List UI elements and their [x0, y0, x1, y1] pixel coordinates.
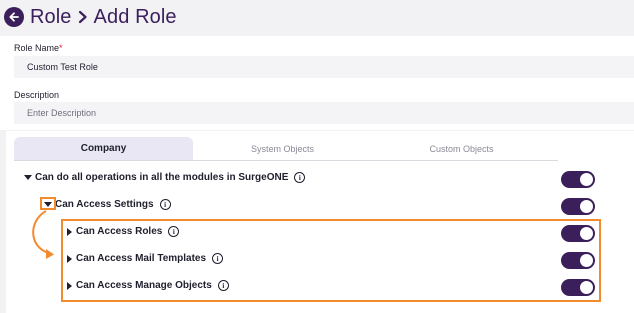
toggle-manage-objects[interactable] [561, 279, 595, 296]
toggle-roles[interactable] [561, 225, 595, 242]
info-icon[interactable]: i [217, 280, 229, 291]
toggle-knob [580, 173, 593, 186]
breadcrumb-parent[interactable]: Role [30, 6, 72, 29]
permission-row-manage-objects[interactable]: Can Access Manage Objects i [67, 280, 229, 291]
annotation-arrow-icon [32, 210, 54, 259]
caret-right-icon[interactable] [67, 281, 72, 290]
tab-bar: Company System Objects Custom Objects [14, 137, 558, 161]
permission-label: Can Access Mail Templates [76, 253, 207, 264]
chevron-right-icon [78, 10, 88, 24]
back-arrow-icon [9, 12, 19, 22]
role-form: Role Name* Description [0, 36, 634, 130]
info-icon[interactable]: i [294, 172, 306, 183]
breadcrumb: Role Add Role [30, 6, 177, 29]
required-marker: * [59, 43, 63, 53]
toggle-all-modules[interactable] [561, 171, 595, 188]
toggle-mail-templates[interactable] [561, 252, 595, 269]
toggle-knob [580, 281, 593, 294]
permission-label: Can Access Manage Objects [76, 280, 212, 291]
role-name-label: Role Name* [14, 43, 63, 53]
info-icon[interactable]: i [168, 226, 180, 237]
toggle-knob [580, 227, 593, 240]
toggle-knob [580, 254, 593, 267]
info-icon[interactable]: i [159, 199, 171, 210]
permissions-panel: Company System Objects Custom Objects Ca… [6, 131, 634, 313]
tab-custom-objects[interactable]: Custom Objects [372, 137, 551, 160]
info-icon[interactable]: i [212, 253, 224, 264]
toggle-knob [580, 200, 593, 213]
toggle-settings[interactable] [561, 198, 595, 215]
permission-row-mail-templates[interactable]: Can Access Mail Templates i [67, 253, 224, 264]
page-title: Add Role [93, 5, 177, 28]
description-input[interactable] [14, 102, 634, 124]
tab-system-objects[interactable]: System Objects [193, 137, 372, 160]
permission-label: Can Access Roles [76, 226, 163, 237]
role-name-input[interactable] [14, 56, 634, 78]
description-label: Description [14, 90, 60, 100]
page-header: Role Add Role [0, 0, 634, 34]
back-button[interactable] [4, 7, 24, 27]
